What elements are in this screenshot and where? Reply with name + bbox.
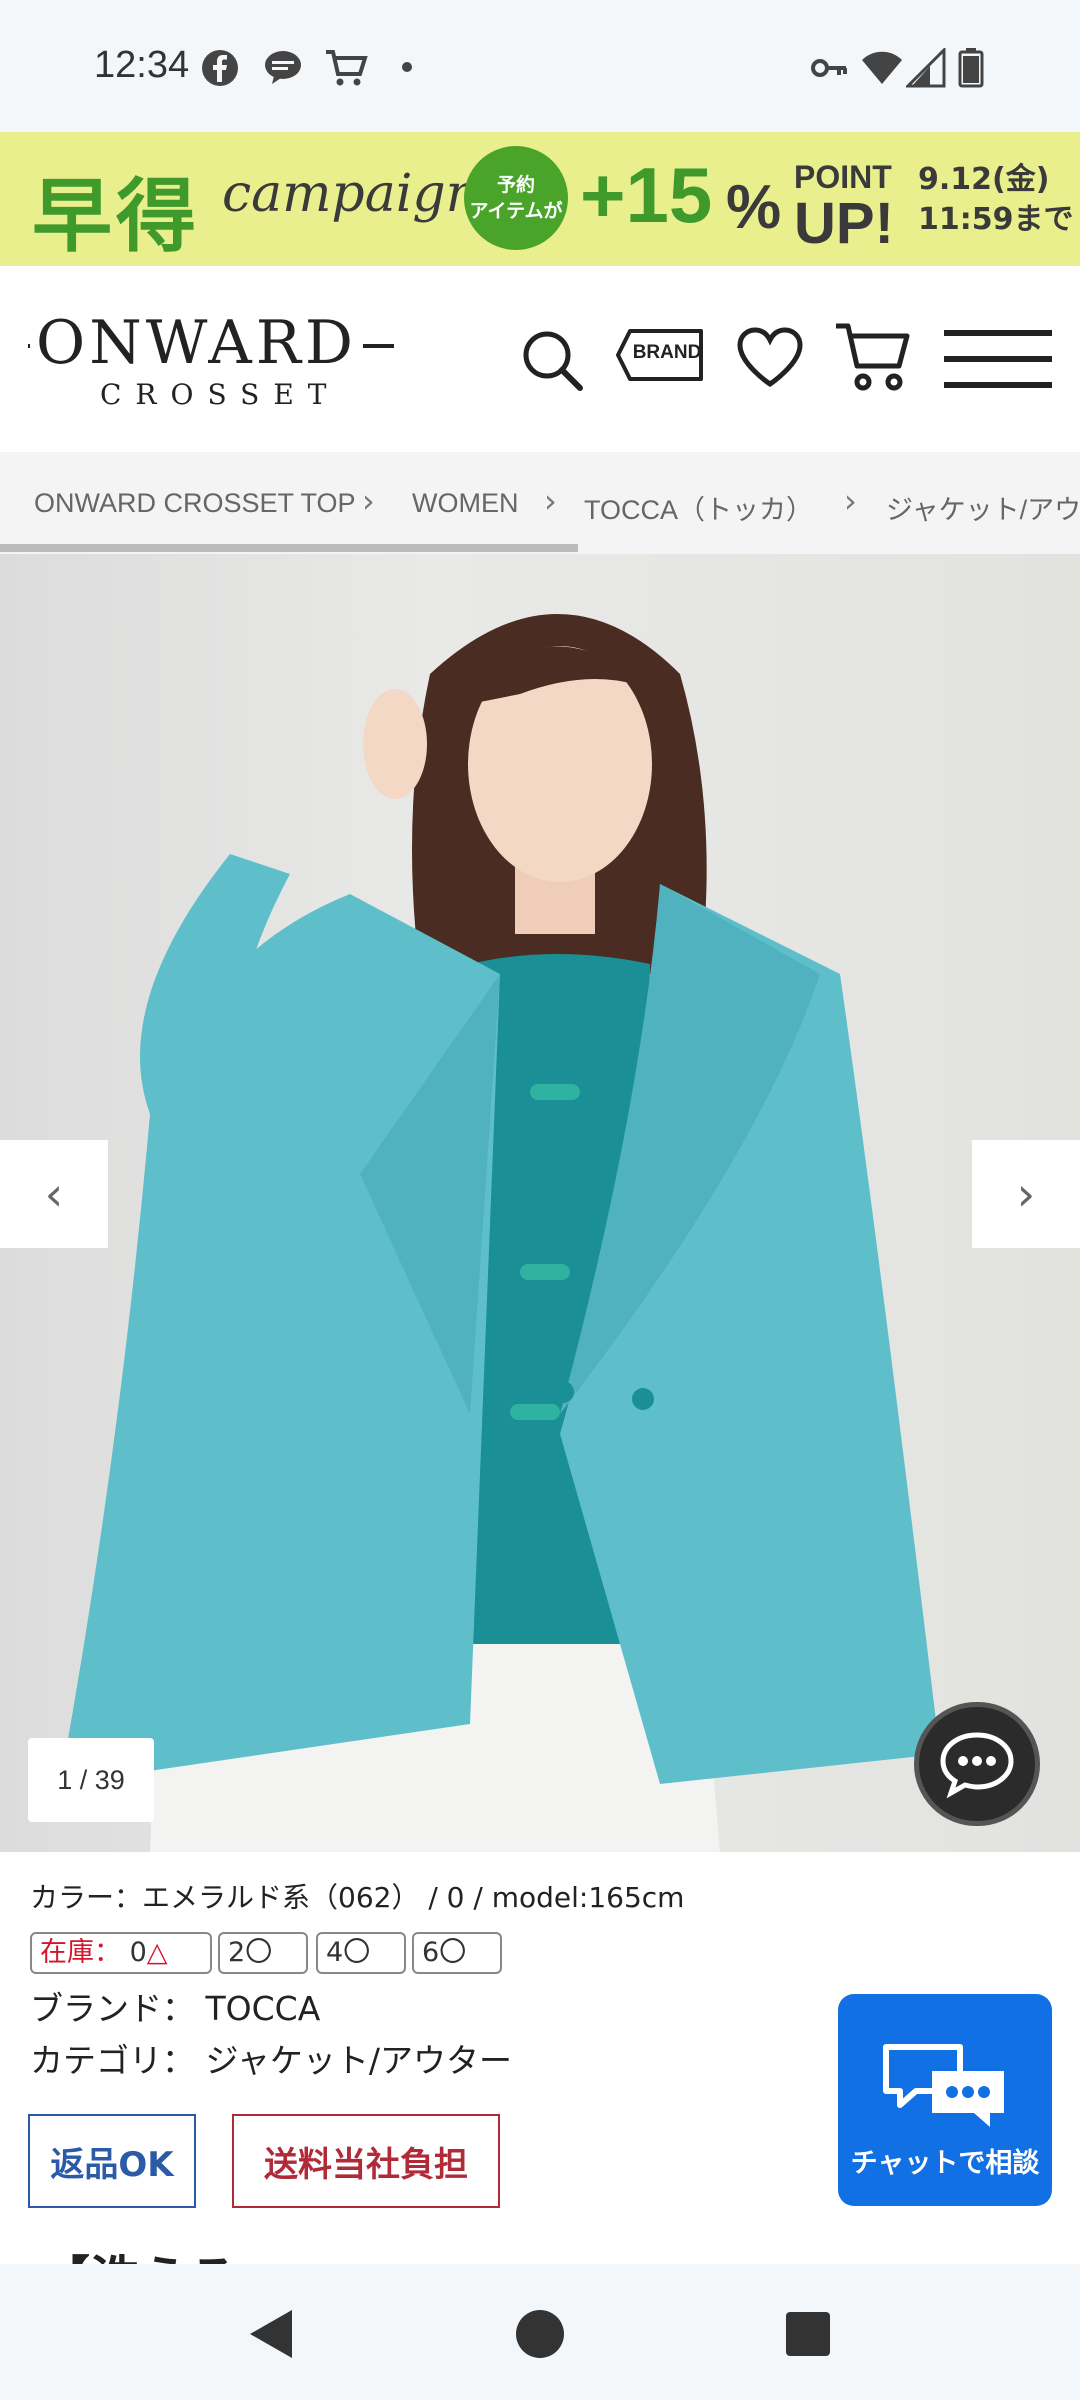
site-header: ONWARD CROSSET BRAND bbox=[0, 266, 1080, 452]
stock-mark: 〇 bbox=[343, 1937, 371, 1968]
messenger-icon bbox=[265, 51, 301, 84]
wifi-icon bbox=[862, 51, 902, 84]
stock-mark: △ bbox=[146, 1937, 168, 1968]
breadcrumb-item-tocca[interactable]: TOCCA（トッカ） bbox=[584, 488, 813, 527]
system-navigation-bar bbox=[0, 2264, 1080, 2400]
banner-date: 9.12(金) 11:59まで bbox=[918, 160, 1074, 240]
stock-size-value: 6 bbox=[422, 1937, 440, 1968]
cart-icon[interactable] bbox=[834, 320, 910, 396]
stock-size-2[interactable]: 2〇 bbox=[218, 1932, 308, 1974]
prev-image-button[interactable]: ‹ bbox=[0, 1140, 108, 1248]
brand-button-label: BRAND bbox=[632, 342, 702, 363]
stock-size-6[interactable]: 6〇 bbox=[412, 1932, 502, 1974]
more-notifications-dot bbox=[402, 62, 412, 72]
color-model-info: カラー：エメラルド系（062） / 0 / model:165cm bbox=[30, 1881, 685, 1914]
breadcrumb-item-top[interactable]: ONWARD CROSSET TOP bbox=[34, 488, 356, 519]
chat-bubble-button[interactable] bbox=[914, 1702, 1040, 1826]
stock-size-4[interactable]: 4〇 bbox=[316, 1932, 406, 1974]
banner-title: 早得 bbox=[32, 169, 200, 263]
banner-up: UP! bbox=[794, 191, 894, 256]
image-counter: 1 / 39 bbox=[28, 1738, 154, 1822]
chat-consult-label: チャットで相談 bbox=[850, 2148, 1040, 2179]
banner-badge: 予約 アイテムが bbox=[464, 146, 568, 250]
badge-line2: アイテムが bbox=[469, 200, 563, 222]
banner-date-line1: 9.12(金) bbox=[918, 162, 1050, 197]
stock-size-0[interactable]: 在庫： 0△ bbox=[30, 1932, 212, 1974]
stock-label: 在庫： bbox=[40, 1937, 121, 1968]
stock-mark: 〇 bbox=[245, 1937, 273, 1968]
status-time: 12:34 bbox=[94, 44, 190, 86]
product-title-partial: 【洗える bbox=[40, 2240, 239, 2264]
banner-plus15: +15 bbox=[580, 151, 713, 239]
banner-date-line2: 11:59まで bbox=[918, 202, 1074, 237]
facebook-icon bbox=[202, 50, 238, 86]
stock-mark: 〇 bbox=[439, 1937, 467, 1968]
breadcrumb-scrollbar[interactable] bbox=[0, 544, 578, 552]
model-photo-illustration bbox=[60, 614, 940, 1852]
breadcrumb-item-jacket[interactable]: ジャケット/アウ bbox=[886, 488, 1080, 527]
return-ok-tag: 返品OK bbox=[28, 2114, 196, 2208]
home-icon[interactable] bbox=[512, 2306, 568, 2362]
breadcrumb: ONWARD CROSSET TOP › WOMEN › TOCCA（トッカ） … bbox=[0, 452, 1080, 554]
category-info[interactable]: カテゴリ： ジャケット/アウター bbox=[30, 2034, 512, 2082]
search-icon[interactable] bbox=[520, 328, 584, 392]
breadcrumb-item-women[interactable]: WOMEN bbox=[412, 488, 518, 519]
chevron-right-icon: › bbox=[544, 482, 557, 520]
battery-icon bbox=[958, 48, 984, 88]
chat-bubble-icon bbox=[940, 1732, 1014, 1799]
free-shipping-tag: 送料当社負担 bbox=[232, 2114, 500, 2208]
heart-favorite-icon[interactable] bbox=[736, 326, 804, 388]
stock-size-value: 4 bbox=[326, 1937, 344, 1968]
brand-button[interactable]: BRAND bbox=[616, 328, 704, 382]
product-image[interactable] bbox=[0, 554, 1080, 1852]
stock-size-value: 0 bbox=[129, 1937, 147, 1968]
chevron-right-icon: › bbox=[844, 482, 857, 520]
chevron-left-icon: ‹ bbox=[44, 1167, 64, 1221]
logo-sub[interactable]: CROSSET bbox=[100, 378, 340, 411]
status-bar: 12:34 bbox=[0, 0, 1080, 132]
badge-line1: 予約 bbox=[496, 174, 535, 196]
next-image-button[interactable]: › bbox=[972, 1140, 1080, 1248]
brand-info[interactable]: ブランド： TOCCA bbox=[30, 1982, 320, 2030]
back-icon[interactable] bbox=[244, 2306, 300, 2362]
chat-consult-button[interactable]: チャットで相談 bbox=[838, 1994, 1052, 2206]
logo-main[interactable]: ONWARD bbox=[30, 308, 363, 378]
banner-point: POINT bbox=[794, 159, 892, 195]
cell-signal-icon bbox=[906, 48, 946, 88]
chevron-right-icon: › bbox=[362, 482, 375, 520]
banner-script: campaign bbox=[222, 164, 480, 224]
campaign-banner[interactable]: 早得 campaign 予約 アイテムが +15 % POINT UP! 9.1… bbox=[0, 132, 1080, 266]
vpn-key-icon bbox=[811, 59, 847, 77]
recents-icon[interactable] bbox=[782, 2308, 834, 2360]
stock-size-value: 2 bbox=[228, 1937, 246, 1968]
chevron-right-icon: › bbox=[1016, 1167, 1036, 1221]
chat-consult-icon bbox=[883, 2044, 1004, 2127]
hamburger-menu-icon[interactable] bbox=[944, 328, 1052, 390]
banner-percent: % bbox=[726, 173, 782, 242]
shopping-cart-notification-icon bbox=[326, 50, 368, 86]
